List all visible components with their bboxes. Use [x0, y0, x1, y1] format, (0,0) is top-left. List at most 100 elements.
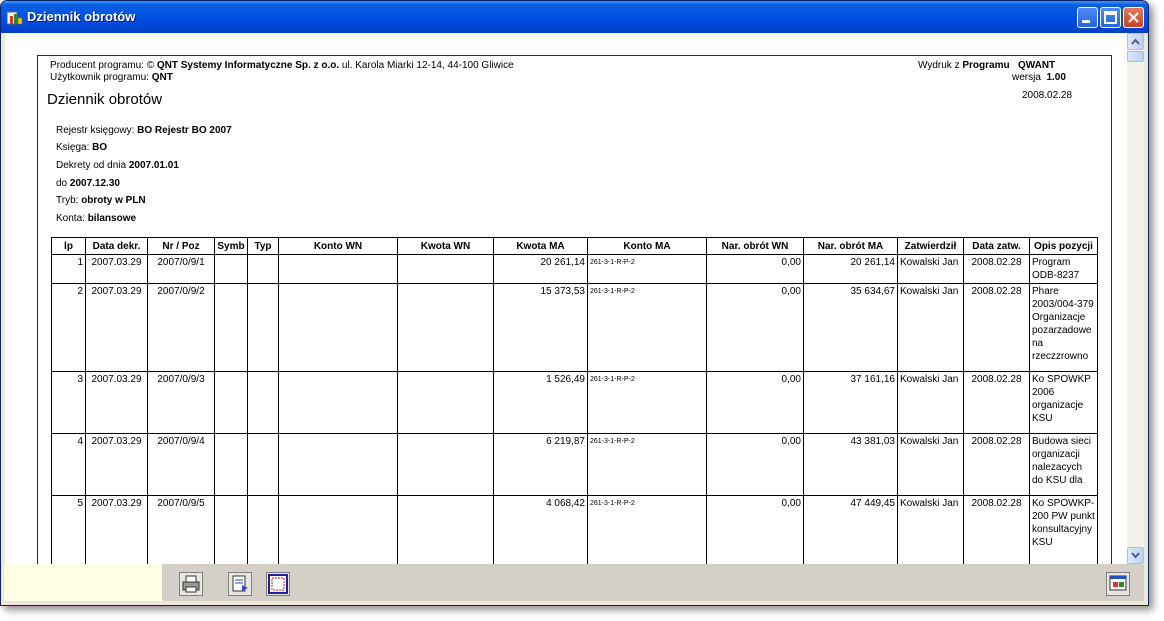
cell-nr: 2007/0/9/2	[147, 283, 215, 372]
print-button-front[interactable]	[179, 572, 203, 596]
column-header[interactable]: Symb	[214, 237, 248, 255]
maximize-icon	[1104, 11, 1117, 24]
cell-kwota-wn	[397, 371, 494, 434]
cell-kwota-wn	[397, 254, 494, 284]
filter-accounts: Konta: bilansowe	[56, 213, 137, 224]
scroll-up-button[interactable]	[1127, 33, 1144, 50]
column-header[interactable]: Nar. obrót MA	[803, 237, 898, 255]
page-view-button-front[interactable]	[266, 572, 290, 596]
user-name: QNT	[151, 72, 173, 83]
cell-konto-wn	[278, 495, 398, 566]
filter-ledger: Księga: BO	[56, 142, 108, 153]
filter-date-from: Dekrety od dnia 2007.01.01	[56, 160, 179, 171]
printer-icon	[182, 575, 200, 593]
column-header[interactable]: Data zatw.	[963, 237, 1030, 255]
status-panel-front	[4, 564, 162, 600]
column-header[interactable]: Kwota WN	[397, 237, 494, 255]
cell-kwota-wn	[397, 495, 494, 566]
cell-symb	[214, 433, 248, 496]
close-button[interactable]	[1123, 7, 1144, 28]
cell-typ	[247, 371, 279, 434]
cell-nr: 2007/0/9/1	[147, 254, 215, 284]
cell-approver: Kowalski Jan	[897, 283, 964, 372]
column-header[interactable]: Nar. obrót WN	[706, 237, 804, 255]
column-header[interactable]: Nr / Poz	[147, 237, 215, 255]
scroll-down-button[interactable]	[1127, 547, 1144, 564]
cell-approval-date: 2008.02.28	[963, 495, 1030, 566]
report-settings-button-front[interactable]	[1106, 572, 1130, 596]
cell-lp: 2	[51, 283, 86, 372]
cell-typ	[247, 495, 279, 566]
cell-nr: 2007/0/9/4	[147, 433, 215, 496]
cell-nar-ma: 47 449,45	[803, 495, 898, 566]
vertical-scrollbar[interactable]	[1127, 33, 1144, 565]
cell-nar-wn: 0,00	[706, 371, 804, 434]
cell-description: Ko SPOWKP-200 PW punkt konsultacyjny KSU	[1029, 495, 1098, 566]
cell-typ	[247, 433, 279, 496]
cell-approver: Kowalski Jan	[897, 254, 964, 284]
page-view-icon	[268, 574, 288, 594]
cell-typ	[247, 254, 279, 284]
cell-lp: 5	[51, 495, 86, 566]
cell-description: Budowa sieci organizacji nalezacych do K…	[1029, 433, 1098, 496]
cell-nar-ma: 35 634,67	[803, 283, 898, 372]
minimize-button[interactable]	[1077, 7, 1098, 28]
cell-lp: 4	[51, 433, 86, 496]
cell-approver: Kowalski Jan	[897, 495, 964, 566]
cell-nar-wn: 0,00	[706, 495, 804, 566]
column-header[interactable]: Opis pozycji	[1029, 237, 1098, 255]
title-bar[interactable]: Dziennik obrotów	[1, 1, 1148, 33]
column-header[interactable]: Zatwierdził	[897, 237, 964, 255]
cell-typ	[247, 283, 279, 372]
cell-nar-ma: 37 161,16	[803, 371, 898, 434]
cell-approval-date: 2008.02.28	[963, 433, 1030, 496]
window-title: Dziennik obrotów	[27, 9, 136, 24]
column-header[interactable]: Kwota MA	[493, 237, 588, 255]
version-line: wersja 1.00	[1012, 72, 1066, 83]
cell-konto-wn	[278, 433, 398, 496]
cell-nar-ma: 43 381,03	[803, 433, 898, 496]
cell-kwota-ma: 6 219,87	[493, 433, 588, 496]
cell-kwota-ma: 1 526,49	[493, 371, 588, 434]
chevron-down-icon	[1131, 552, 1140, 559]
table-row[interactable]: 4 2007.03.29 2007/0/9/4 6 219,87 261-3-1…	[51, 433, 1098, 496]
filter-mode: Tryb: obroty w PLN	[56, 195, 146, 206]
cell-konto-ma: 261-3-1-R-P-2	[587, 254, 707, 284]
scroll-thumb[interactable]	[1127, 51, 1144, 62]
report-title: Dziennik obrotów	[47, 91, 163, 108]
cell-description: Phare 2003/004-379 Organizacje pozarzado…	[1029, 283, 1098, 372]
table-row[interactable]: 5 2007.03.29 2007/0/9/5 4 068,42 261-3-1…	[51, 495, 1098, 566]
table-row[interactable]: 3 2007.03.29 2007/0/9/3 1 526,49 261-3-1…	[51, 371, 1098, 434]
minimize-icon	[1082, 20, 1090, 23]
column-header[interactable]: Konto WN	[278, 237, 398, 255]
chevron-up-icon	[1131, 38, 1140, 45]
cell-lp: 1	[51, 254, 86, 284]
filter-date-to: do 2007.12.30	[56, 178, 120, 189]
cell-approval-date: 2008.02.28	[963, 371, 1030, 434]
cell-konto-wn	[278, 254, 398, 284]
cell-nar-ma: 20 261,14	[803, 254, 898, 284]
cell-konto-ma: 261-3-1-R-P-2	[587, 371, 707, 434]
cell-approver: Kowalski Jan	[897, 371, 964, 434]
table-row[interactable]: 2 2007.03.29 2007/0/9/2 15 373,53 261-3-…	[51, 283, 1098, 372]
producer-line: Producent programu: © QNT Systemy Inform…	[50, 60, 514, 71]
column-header[interactable]: Typ	[247, 237, 279, 255]
table-row[interactable]: 1 2007.03.29 2007/0/9/1 20 261,14 261-3-…	[51, 254, 1098, 284]
journal-table: lp Data dekr. Nr / Poz Symb Typ Konto WN…	[51, 237, 1098, 566]
cell-date: 2007.03.29	[85, 254, 148, 284]
cell-date: 2007.03.29	[85, 433, 148, 496]
report-settings-icon	[1109, 575, 1127, 591]
cell-date: 2007.03.29	[85, 283, 148, 372]
cell-symb	[214, 495, 248, 566]
report-date: 2008.02.28	[1022, 90, 1073, 101]
cell-lp: 3	[51, 371, 86, 434]
cell-nr: 2007/0/9/5	[147, 495, 215, 566]
cell-description: Program ODB-8237	[1029, 254, 1098, 284]
table-header-row: lp Data dekr. Nr / Poz Symb Typ Konto WN…	[51, 237, 1098, 255]
maximize-button[interactable]	[1100, 7, 1121, 28]
column-header[interactable]: lp	[51, 237, 86, 255]
program-name: QWANT	[1017, 60, 1056, 71]
export-button-front[interactable]	[228, 572, 252, 596]
column-header[interactable]: Konto MA	[587, 237, 707, 255]
column-header[interactable]: Data dekr.	[85, 237, 148, 255]
